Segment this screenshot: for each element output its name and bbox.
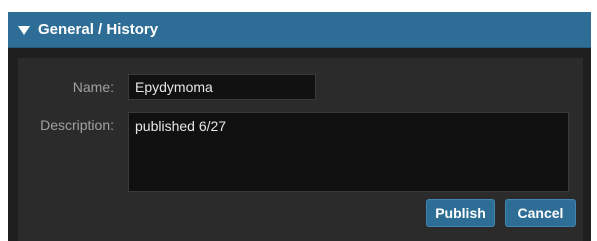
general-history-panel: General / History Name: Description: pub…	[8, 12, 591, 241]
publish-button[interactable]: Publish	[426, 199, 495, 227]
description-label: Description:	[40, 117, 114, 133]
description-row: Description: published 6/27	[18, 112, 569, 192]
description-textarea[interactable]: published 6/27	[128, 112, 569, 192]
section-header[interactable]: General / History	[8, 12, 591, 48]
triangle-down-icon[interactable]	[18, 25, 30, 35]
name-row: Name:	[18, 74, 316, 100]
name-input[interactable]	[128, 74, 316, 100]
section-title: General / History	[38, 21, 159, 38]
cancel-button[interactable]: Cancel	[505, 199, 576, 227]
section-body: Name: Description: published 6/27 Publis…	[18, 58, 583, 241]
name-label: Name:	[72, 79, 114, 95]
